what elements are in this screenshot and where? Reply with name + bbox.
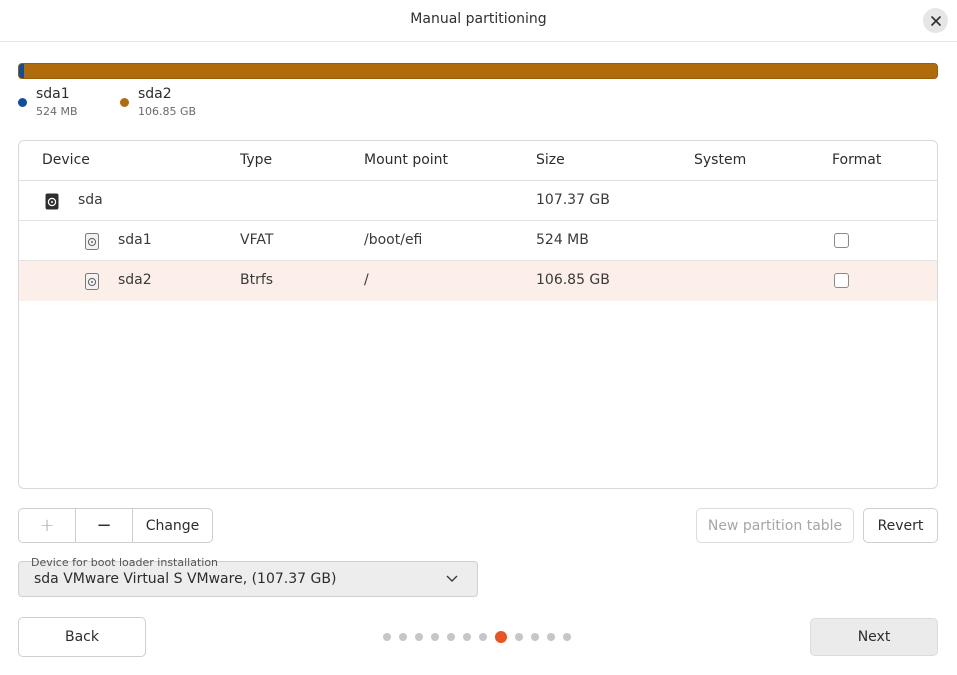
next-button[interactable]: Next	[810, 618, 938, 656]
progress-dot	[415, 633, 423, 641]
cell-device: sda	[78, 192, 103, 208]
header-type[interactable]: Type	[240, 152, 272, 168]
partition-table: Device Type Mount point Size System Form…	[18, 140, 938, 489]
progress-dot	[547, 633, 555, 641]
close-button[interactable]	[923, 8, 948, 33]
bootloader-label: Device for boot loader installation	[31, 556, 219, 569]
bootloader-device-dropdown[interactable]: Device for boot loader installation sda …	[18, 556, 478, 597]
table-row-sda1[interactable]: sda1 VFAT /boot/efi 524 MB	[19, 221, 937, 261]
change-label: Change	[145, 517, 200, 534]
cell-size: 107.37 GB	[536, 192, 610, 208]
new-partition-table-button[interactable]: New partition table	[696, 508, 854, 543]
add-partition-button[interactable]: +	[19, 509, 76, 542]
progress-dot	[531, 633, 539, 641]
progress-dot	[447, 633, 455, 641]
close-icon	[930, 15, 941, 26]
cell-type: VFAT	[240, 232, 274, 248]
cell-size: 524 MB	[536, 232, 589, 248]
disk-usage-bar	[18, 63, 938, 79]
header-format[interactable]: Format	[832, 152, 881, 168]
usage-segment-sda2	[23, 64, 937, 78]
plus-icon: +	[39, 515, 55, 536]
bootloader-value: sda VMware Virtual S VMware, (107.37 GB)	[34, 571, 337, 587]
progress-dot	[563, 633, 571, 641]
cell-device: sda2	[118, 272, 152, 288]
table-row-sda[interactable]: sda 107.37 GB	[19, 181, 937, 221]
header-device[interactable]: Device	[42, 152, 90, 168]
window-title: Manual partitioning	[410, 11, 547, 27]
partition-actions: + − Change	[18, 508, 213, 543]
minus-icon: −	[96, 515, 112, 536]
progress-dot-active	[495, 631, 507, 643]
progress-dot	[463, 633, 471, 641]
cell-device: sda1	[118, 232, 152, 248]
legend-dot	[120, 98, 129, 107]
progress-dot	[383, 633, 391, 641]
change-partition-button[interactable]: Change	[133, 509, 212, 542]
progress-dot	[399, 633, 407, 641]
header-system[interactable]: System	[694, 152, 746, 168]
cell-mount-point: /boot/efi	[364, 232, 423, 248]
progress-dots	[383, 630, 579, 644]
cell-size: 106.85 GB	[536, 272, 610, 288]
progress-dot	[515, 633, 523, 641]
partition-icon	[85, 233, 99, 250]
remove-partition-button[interactable]: −	[76, 509, 133, 542]
cell-mount-point: /	[364, 272, 369, 288]
cell-type: Btrfs	[240, 272, 274, 288]
progress-dot	[479, 633, 487, 641]
back-button[interactable]: Back	[18, 617, 146, 657]
legend-size: 524 MB	[36, 105, 78, 118]
legend-name: sda1	[36, 86, 70, 102]
format-checkbox[interactable]	[834, 233, 849, 248]
legend-dot	[18, 98, 27, 107]
table-row-sda2[interactable]: sda2 Btrfs / 106.85 GB	[19, 261, 937, 301]
legend-name: sda2	[138, 86, 172, 102]
legend-size: 106.85 GB	[138, 105, 197, 118]
revert-button[interactable]: Revert	[863, 508, 938, 543]
hard-disk-icon	[45, 193, 59, 210]
header-size[interactable]: Size	[536, 152, 565, 168]
title-bar: Manual partitioning	[0, 0, 957, 42]
partition-icon	[85, 273, 99, 290]
format-checkbox[interactable]	[834, 273, 849, 288]
progress-dot	[431, 633, 439, 641]
chevron-down-icon	[446, 575, 458, 582]
header-mount-point[interactable]: Mount point	[364, 152, 448, 168]
table-header: Device Type Mount point Size System Form…	[19, 141, 937, 181]
